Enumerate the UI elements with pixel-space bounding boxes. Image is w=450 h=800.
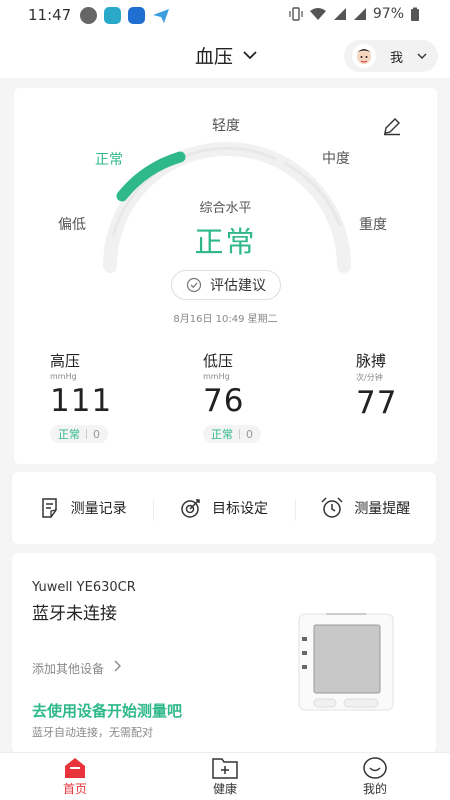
metric-selector[interactable]: 血压: [195, 42, 257, 69]
device-model: Yuwell YE630CR: [32, 580, 136, 595]
nav-health[interactable]: 健康: [150, 753, 300, 800]
metric-label: 低压: [203, 352, 234, 370]
overall-result: 正常: [194, 225, 257, 259]
status-badge: 正常 0: [50, 425, 108, 443]
evaluation-advice-button[interactable]: 评估建议: [171, 270, 281, 300]
nav-label: 我的: [362, 781, 387, 796]
check-circle-icon: [186, 277, 202, 293]
signal-4g-icon: [353, 8, 366, 20]
metric-unit: mmHg: [203, 372, 230, 381]
device-card: Yuwell YE630CR 蓝牙未连接 添加其他设备 去使用设备开始测量吧 蓝…: [12, 553, 436, 753]
level-mild: 轻度: [212, 118, 240, 134]
chevron-down-icon: [417, 53, 427, 59]
user-label: 我: [390, 50, 404, 66]
target-icon: [181, 499, 200, 518]
action-label: 目标设定: [211, 501, 268, 517]
notification-icons: [80, 7, 170, 24]
measurement-time: 8月16日 10:49 星期二: [173, 314, 278, 325]
gauge-indicator: [116, 151, 186, 202]
top-header: 血压 我: [0, 32, 450, 78]
health-icon: [212, 757, 238, 779]
level-moderate: 中度: [322, 151, 350, 167]
record-icon: [41, 498, 57, 518]
nav-profile[interactable]: 我的: [300, 753, 450, 800]
metric-unit: 次/分钟: [356, 373, 383, 382]
nav-home[interactable]: 首页: [0, 753, 150, 800]
start-measure-prompt[interactable]: 去使用设备开始测量吧: [32, 700, 182, 721]
metric-value: 111: [50, 383, 113, 419]
metric-label: 脉搏: [356, 352, 387, 370]
app-notification-icon: [104, 7, 121, 24]
systolic-metric[interactable]: 高压 mmHg 111 正常 0: [50, 350, 170, 443]
blood-pressure-monitor-image: [298, 613, 394, 711]
user-switcher[interactable]: 我: [344, 40, 438, 72]
app-notification-icon: [128, 7, 145, 24]
status-time: 11:47: [28, 6, 72, 24]
nav-label: 首页: [62, 781, 87, 796]
goal-setting-button[interactable]: 目标设定: [153, 497, 294, 521]
metric-label: 高压: [50, 352, 81, 370]
edit-icon[interactable]: [382, 116, 402, 136]
battery-percent: 97%: [372, 6, 404, 22]
vibrate-icon: [289, 7, 303, 21]
alarm-icon: [321, 497, 343, 518]
blood-pressure-summary-card: 偏低 正常 轻度 中度 重度 综合水平 正常 评估建议 8月16日 10:49 …: [14, 88, 437, 464]
page-title: 血压: [195, 46, 234, 68]
chevron-down-icon: [243, 51, 257, 60]
pulse-metric[interactable]: 脉搏 次/分钟 77: [356, 350, 450, 421]
nav-label: 健康: [212, 781, 237, 796]
battery-icon: [411, 7, 419, 21]
chevron-right-icon: [114, 660, 122, 672]
signal-icon: [333, 8, 346, 20]
measurement-record-button[interactable]: 测量记录: [12, 497, 153, 519]
send-icon: [153, 9, 169, 23]
metric-value: 77: [356, 385, 398, 421]
app-notification-icon: [80, 7, 97, 24]
home-icon: [65, 757, 85, 778]
metric-value: 76: [203, 383, 245, 419]
status-bar: 11:47 97%: [0, 0, 450, 32]
diastolic-metric[interactable]: 低压 mmHg 76 正常 0: [203, 350, 323, 443]
measurement-reminder-button[interactable]: 测量提醒: [294, 497, 436, 521]
avatar: [352, 44, 376, 68]
action-label: 测量提醒: [354, 501, 411, 517]
bottom-navigation: 首页 健康 我的: [0, 752, 450, 800]
status-badge: 正常 0: [203, 425, 261, 443]
bluetooth-tip: 蓝牙自动连接，无需配对: [32, 726, 153, 739]
system-status-icons: 97%: [289, 6, 420, 22]
level-normal: 正常: [95, 152, 123, 168]
wifi-icon: [309, 8, 326, 20]
profile-icon: [363, 756, 387, 779]
action-label: 测量记录: [70, 501, 127, 517]
bluetooth-status: 蓝牙未连接: [32, 604, 117, 624]
quick-actions-card: 测量记录 目标设定 测量提醒: [12, 472, 436, 544]
gauge-caption: 综合水平: [199, 201, 252, 216]
metric-unit: mmHg: [50, 372, 77, 381]
add-device-link[interactable]: 添加其他设备: [32, 660, 122, 677]
evaluation-advice-label: 评估建议: [210, 278, 266, 294]
